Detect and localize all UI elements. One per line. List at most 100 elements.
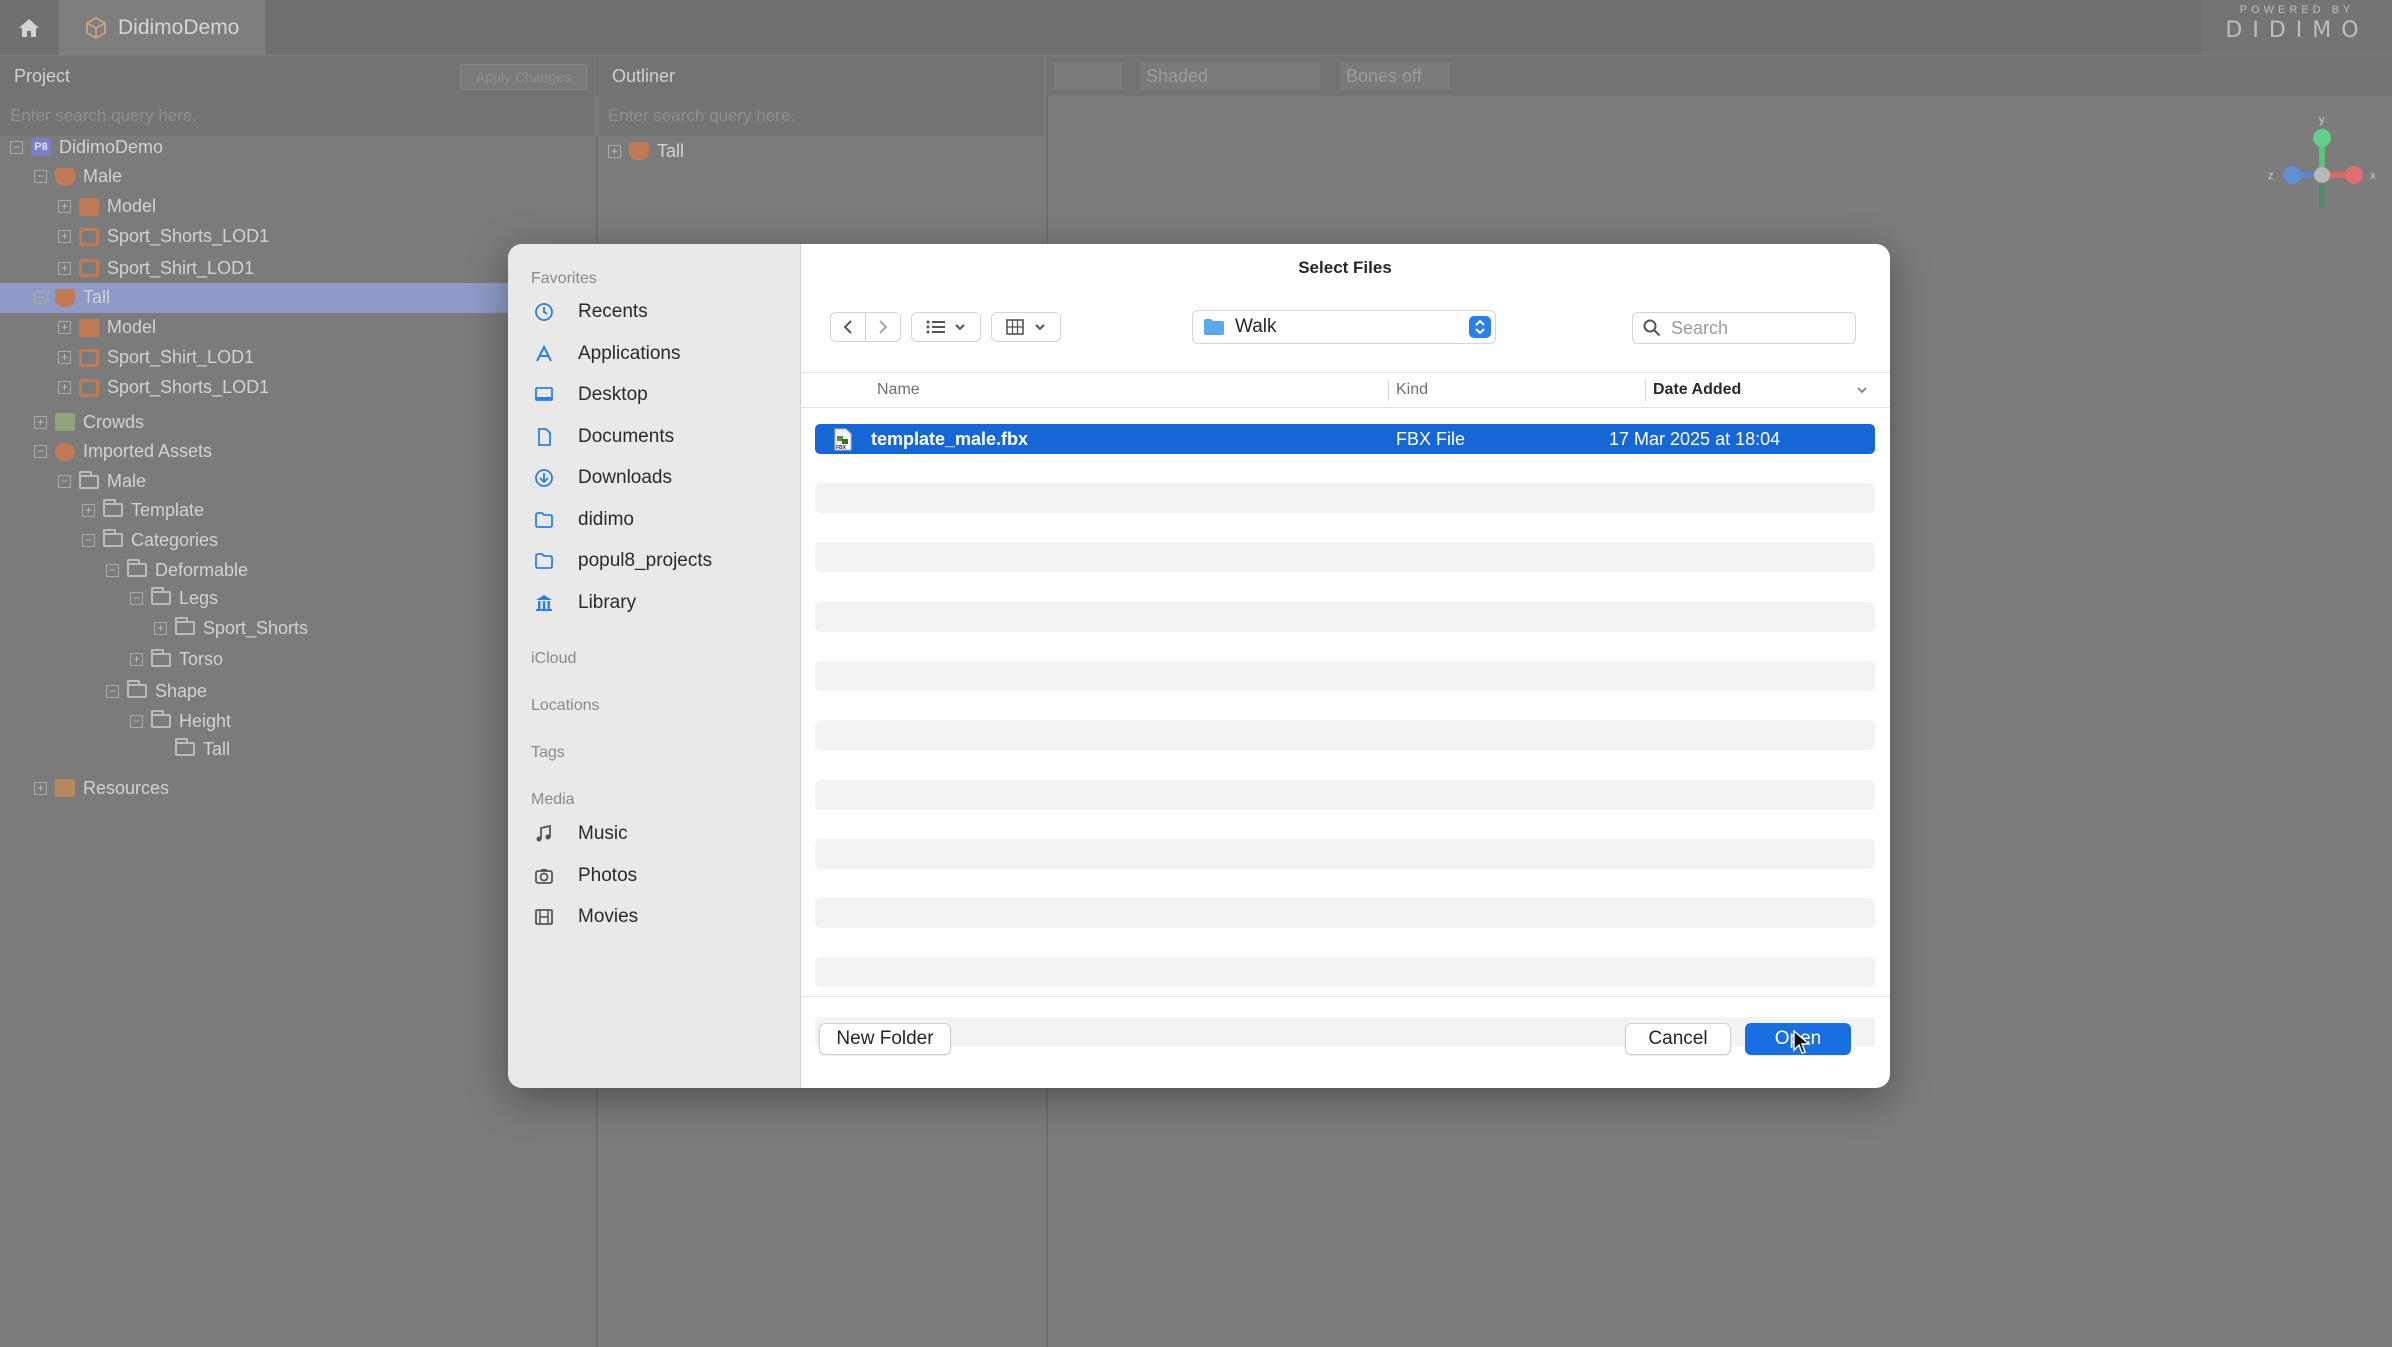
download-icon [534,468,566,488]
axis-gizmo-icon[interactable]: y x z [2262,110,2382,240]
project-tree-item[interactable]: + Sport_Shirt_LOD1 [0,343,560,373]
favorites-section-label: Favorites [531,270,597,287]
sidebar-item-recents[interactable]: Recents [534,296,648,328]
project-tree-item[interactable]: − P8 DidimoDemo [0,132,560,162]
group-view-button[interactable] [991,312,1061,342]
expand-toggle[interactable]: + [58,381,71,395]
project-tree-item[interactable]: + Model [0,313,560,343]
expand-toggle[interactable]: − [106,684,119,698]
sidebar-item-downloads[interactable]: Downloads [534,462,672,494]
column-separator[interactable] [1645,379,1646,401]
expand-toggle[interactable]: + [58,321,71,335]
column-date-added[interactable]: Date Added [1653,373,1741,407]
project-tree-item[interactable]: + Template [0,495,560,525]
project-tree-item[interactable]: − Male [0,467,560,497]
expand-toggle[interactable]: − [106,563,119,577]
sort-chevron-down-icon[interactable] [1856,385,1868,395]
project-tree-item[interactable]: − Shape [0,676,560,706]
sidebar-item-didimo[interactable]: didimo [534,504,634,536]
expand-toggle[interactable]: − [130,714,143,728]
mesh-icon [79,318,99,337]
outliner-search-input[interactable]: Enter search query here. [598,96,1044,136]
cancel-button[interactable]: Cancel [1625,1023,1731,1055]
column-kind[interactable]: Kind [1396,373,1428,407]
project-tree-item[interactable]: − Height [0,706,560,736]
file-row-template-male[interactable]: FBX template_male.fbx FBX File 17 Mar 20… [815,424,1875,454]
bones-toggle[interactable]: Bones off [1340,62,1450,90]
expand-toggle[interactable]: + [130,653,143,667]
expand-toggle[interactable]: − [130,591,143,605]
icloud-section-label[interactable]: iCloud [531,650,576,668]
project-tree-item[interactable]: + Torso [0,645,560,675]
list-view-button[interactable] [911,312,981,342]
expand-toggle[interactable]: − [58,475,71,489]
expand-toggle[interactable]: − [34,170,47,184]
project-tree-item[interactable]: − Categories [0,525,560,555]
project-tree-item[interactable]: − Imported Assets [0,437,560,467]
sidebar-item-music[interactable]: Music [534,818,628,850]
expand-toggle[interactable]: + [58,200,71,214]
expand-toggle[interactable]: − [10,140,23,154]
expand-toggle[interactable]: + [58,351,71,365]
apply-changes-button[interactable]: Apply Changes [460,64,587,90]
tags-section-label[interactable]: Tags [531,744,565,762]
tree-item-label: Tall [203,738,231,759]
expand-toggle[interactable]: + [82,503,95,517]
app-tab-didimodemo[interactable]: DidimoDemo [59,0,265,55]
app-title-bar: DidimoDemo POWERED BY DIDIMO [0,0,2392,55]
sidebar-item-library[interactable]: Library [534,587,636,619]
project-tree-item[interactable]: + Sport_Shorts_LOD1 [0,373,560,403]
tree-item-label: Torso [179,649,224,670]
garment-icon [79,259,99,278]
project-tree-item[interactable]: − Legs [0,583,560,613]
expand-toggle[interactable]: − [34,291,47,305]
forward-button[interactable] [865,312,901,342]
crowd-icon [55,413,75,432]
sidebar-item-movies[interactable]: Movies [534,901,638,933]
new-folder-button[interactable]: New Folder [819,1023,951,1055]
expand-toggle[interactable]: − [82,533,95,547]
tree-item-label: Sport_Shirt_LOD1 [107,257,255,278]
project-tree-item[interactable]: − Tall [0,282,508,313]
project-tree-item[interactable]: + Sport_Shorts [0,613,560,643]
column-separator[interactable] [1388,379,1389,401]
column-name[interactable]: Name [877,373,920,407]
file-date-added: 17 Mar 2025 at 18:04 [1609,429,1781,449]
project-tree-item[interactable]: Tall [0,734,560,764]
project-tree-item[interactable]: − Deformable [0,555,560,585]
locations-section-label[interactable]: Locations [531,697,600,715]
home-button[interactable] [0,0,57,55]
sidebar-item-popul8-projects[interactable]: popul8_projects [534,545,712,577]
expand-toggle[interactable]: + [34,415,47,429]
media-section-label: Media [531,791,575,808]
project-search-input[interactable]: Enter search query here. [0,96,595,136]
viewport-camera-dropdown[interactable] [1054,62,1122,90]
gizmo-z-label: z [2268,170,2274,182]
project-tree-item[interactable]: + Resources [0,773,560,803]
project-tree-item[interactable]: − Male [0,162,560,192]
location-popup[interactable]: Walk [1192,310,1496,344]
project-tree-item[interactable]: + Sport_Shirt_LOD1 [0,253,560,283]
empty-file-row [815,660,1875,691]
empty-file-row [815,720,1875,751]
folder-icon [151,648,171,667]
project-tree-item[interactable]: + Crowds [0,407,560,437]
dialog-search-input[interactable]: Search [1632,312,1856,344]
sidebar-item-documents[interactable]: Documents [534,421,674,453]
project-tree-item[interactable]: + Model [0,192,560,222]
sidebar-item-applications[interactable]: Applications [534,338,680,370]
project-tree-item[interactable]: + Sport_Shorts_LOD1 [0,222,560,252]
expand-toggle[interactable]: + [154,621,167,635]
sidebar-item-desktop[interactable]: Desktop [534,379,648,411]
expand-toggle[interactable]: + [34,781,47,795]
outliner-item-tall[interactable]: + Tall [608,136,684,166]
back-button[interactable] [830,312,866,342]
expand-toggle[interactable]: + [58,230,71,244]
expand-toggle[interactable]: − [34,445,47,459]
camera-icon [534,866,566,886]
tree-item-label: Male [83,166,123,187]
sidebar-item-photos[interactable]: Photos [534,860,637,892]
shading-dropdown[interactable]: Shaded [1140,62,1320,90]
expand-toggle[interactable]: + [58,261,71,275]
expand-toggle[interactable]: + [608,144,621,158]
